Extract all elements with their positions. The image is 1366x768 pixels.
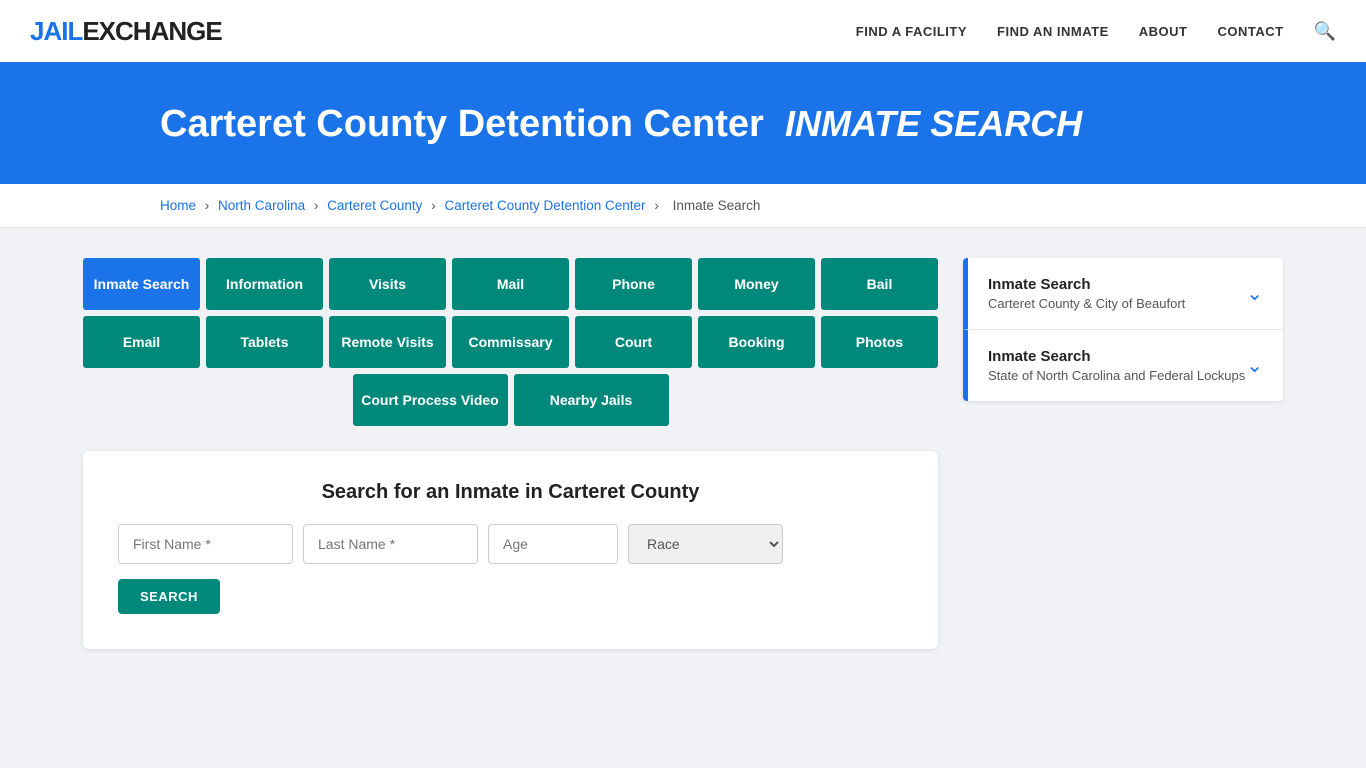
sidebar-card: Inmate Search Carteret County & City of … <box>963 258 1283 401</box>
nav-find-inmate[interactable]: FIND AN INMATE <box>997 24 1109 39</box>
race-select[interactable]: Race White Black Hispanic Asian Other <box>628 524 783 564</box>
btn-email[interactable]: Email <box>83 316 200 368</box>
btn-tablets[interactable]: Tablets <box>206 316 323 368</box>
age-input[interactable] <box>488 524 618 564</box>
breadcrumb-nc[interactable]: North Carolina <box>218 198 305 213</box>
btn-money[interactable]: Money <box>698 258 815 310</box>
nav-about[interactable]: ABOUT <box>1139 24 1188 39</box>
nav-links: FIND A FACILITY FIND AN INMATE ABOUT CON… <box>856 21 1336 42</box>
right-panel: Inmate Search Carteret County & City of … <box>963 258 1283 405</box>
search-fields: Race White Black Hispanic Asian Other <box>118 524 903 564</box>
content-wrapper: Inmate Search Information Visits Mail Ph… <box>83 258 1283 649</box>
btn-information[interactable]: Information <box>206 258 323 310</box>
navbar: JAILEXCHANGE FIND A FACILITY FIND AN INM… <box>0 0 1366 65</box>
btn-remote-visits[interactable]: Remote Visits <box>329 316 446 368</box>
sidebar-item-2[interactable]: Inmate Search State of North Carolina an… <box>963 330 1283 401</box>
sidebar-item-1-title: Inmate Search <box>988 276 1185 293</box>
button-row-2: Email Tablets Remote Visits Commissary C… <box>83 316 938 368</box>
search-title: Search for an Inmate in Carteret County <box>118 481 903 504</box>
sidebar-item-1[interactable]: Inmate Search Carteret County & City of … <box>963 258 1283 330</box>
button-row-1: Inmate Search Information Visits Mail Ph… <box>83 258 938 310</box>
hero-facility-name: Carteret County Detention Center <box>160 103 764 145</box>
breadcrumb: Home › North Carolina › Carteret County … <box>0 184 1366 228</box>
sidebar-item-1-subtitle: Carteret County & City of Beaufort <box>988 296 1185 311</box>
hero-subtitle: INMATE SEARCH <box>785 103 1082 144</box>
firstname-input[interactable] <box>118 524 293 564</box>
hero-section: Carteret County Detention Center INMATE … <box>0 65 1366 184</box>
sidebar-item-2-subtitle: State of North Carolina and Federal Lock… <box>988 368 1245 383</box>
breadcrumb-home[interactable]: Home <box>160 198 196 213</box>
breadcrumb-current: Inmate Search <box>673 198 761 213</box>
search-box: Search for an Inmate in Carteret County … <box>83 451 938 649</box>
btn-nearby-jails[interactable]: Nearby Jails <box>514 374 669 426</box>
search-button[interactable]: SEARCH <box>118 579 220 614</box>
chevron-down-icon-1: ⌄ <box>1246 281 1263 306</box>
site-logo[interactable]: JAILEXCHANGE <box>30 16 222 47</box>
btn-court-process-video[interactable]: Court Process Video <box>353 374 508 426</box>
lastname-input[interactable] <box>303 524 478 564</box>
btn-commissary[interactable]: Commissary <box>452 316 569 368</box>
btn-phone[interactable]: Phone <box>575 258 692 310</box>
nav-find-facility[interactable]: FIND A FACILITY <box>856 24 967 39</box>
btn-mail[interactable]: Mail <box>452 258 569 310</box>
btn-photos[interactable]: Photos <box>821 316 938 368</box>
breadcrumb-detention[interactable]: Carteret County Detention Center <box>444 198 645 213</box>
breadcrumb-county[interactable]: Carteret County <box>327 198 422 213</box>
logo-jail: JAIL <box>30 16 82 46</box>
sidebar-item-2-title: Inmate Search <box>988 348 1245 365</box>
logo-exchange: EXCHANGE <box>82 16 221 46</box>
nav-contact[interactable]: CONTACT <box>1217 24 1283 39</box>
left-panel: Inmate Search Information Visits Mail Ph… <box>83 258 938 649</box>
hero-title: Carteret County Detention Center INMATE … <box>160 103 1326 146</box>
main-content: Inmate Search Information Visits Mail Ph… <box>43 228 1323 679</box>
btn-booking[interactable]: Booking <box>698 316 815 368</box>
button-row-3: Court Process Video Nearby Jails <box>83 374 938 426</box>
btn-visits[interactable]: Visits <box>329 258 446 310</box>
btn-inmate-search[interactable]: Inmate Search <box>83 258 200 310</box>
search-icon[interactable]: 🔍 <box>1314 21 1336 42</box>
chevron-down-icon-2: ⌄ <box>1246 353 1263 378</box>
btn-bail[interactable]: Bail <box>821 258 938 310</box>
btn-court[interactable]: Court <box>575 316 692 368</box>
